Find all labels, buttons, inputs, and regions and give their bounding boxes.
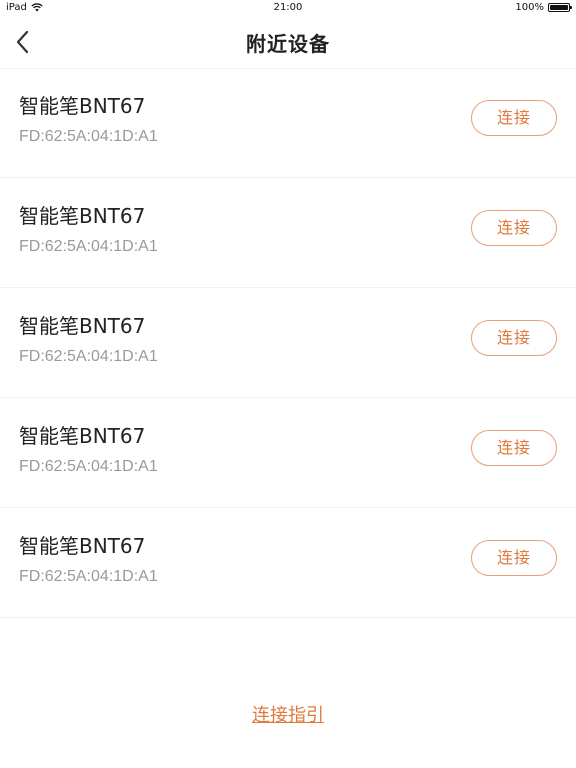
device-name: 智能笔BNT67 [19,424,146,448]
connect-button[interactable]: 连接 [471,540,557,576]
status-right: 100% [515,2,572,13]
battery-level [550,5,568,10]
device-mac-address: FD:62:5A:04:1D:A1 [19,238,158,255]
connect-button[interactable]: 连接 [471,430,557,466]
device-mac-address: FD:62:5A:04:1D:A1 [19,348,158,365]
device-name: 智能笔BNT67 [19,204,146,228]
connection-guide-link[interactable]: 连接指引 [0,701,576,727]
device-name: 智能笔BNT67 [19,94,146,118]
device-row: 智能笔BNT67 FD:62:5A:04:1D:A1 连接 [0,508,576,618]
connect-button[interactable]: 连接 [471,320,557,356]
device-row: 智能笔BNT67 FD:62:5A:04:1D:A1 连接 [0,178,576,288]
device-list: 智能笔BNT67 FD:62:5A:04:1D:A1 连接 智能笔BNT67 FD:62… [0,68,576,618]
connect-button[interactable]: 连接 [471,100,557,136]
device-row: 智能笔BNT67 FD:62:5A:04:1D:A1 连接 [0,68,576,178]
device-mac-address: FD:62:5A:04:1D:A1 [19,458,158,475]
battery-percent: 100% [515,2,544,13]
navigation-bar: 附近设备 [0,16,576,69]
device-mac-address: FD:62:5A:04:1D:A1 [19,128,158,145]
battery-icon [548,3,572,12]
device-name: 智能笔BNT67 [19,534,146,558]
connect-button[interactable]: 连接 [471,210,557,246]
page-title: 附近设备 [246,32,330,56]
device-name: 智能笔BNT67 [19,314,146,338]
device-row: 智能笔BNT67 FD:62:5A:04:1D:A1 连接 [0,398,576,508]
status-bar: iPad 21:00 100% [0,0,576,16]
device-mac-address: FD:62:5A:04:1D:A1 [19,568,158,585]
device-row: 智能笔BNT67 FD:62:5A:04:1D:A1 连接 [0,288,576,398]
status-time: 21:00 [273,2,303,13]
